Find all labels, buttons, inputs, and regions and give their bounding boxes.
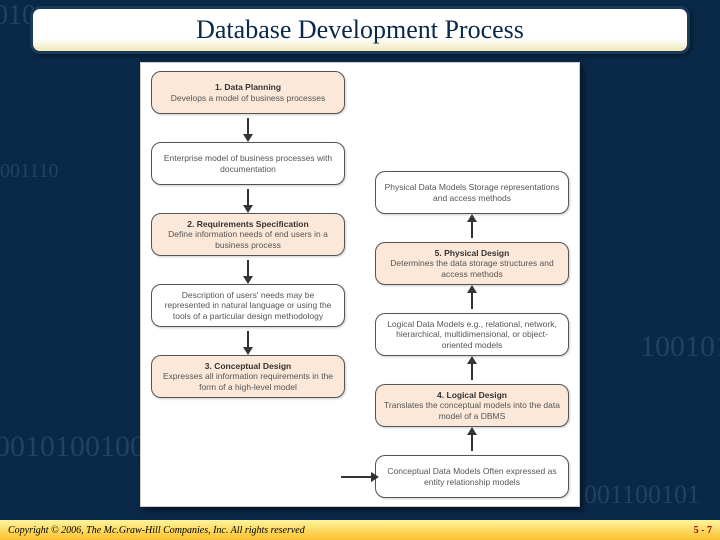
output-conceptual-models: Conceptual Data Models Often expressed a… bbox=[375, 455, 569, 498]
copyright-text: Copyright © 2006, The Mc.Graw-Hill Compa… bbox=[8, 525, 305, 536]
process-diagram: 1. Data Planning Develops a model of bus… bbox=[140, 62, 580, 507]
arrow-up-icon bbox=[375, 427, 569, 455]
stage-1-data-planning: 1. Data Planning Develops a model of bus… bbox=[151, 71, 345, 114]
output-physical-models: Physical Data Models Storage representat… bbox=[375, 171, 569, 214]
stage-3-conceptual-design: 3. Conceptual Design Expresses all infor… bbox=[151, 355, 345, 398]
arrow-down-icon bbox=[151, 256, 345, 284]
arrow-right-icon bbox=[341, 476, 371, 478]
slide-title: Database Development Process bbox=[196, 15, 524, 45]
arrow-down-icon bbox=[151, 327, 345, 355]
output-logical-models: Logical Data Models e.g., relational, ne… bbox=[375, 313, 569, 356]
right-column: Conceptual Data Models Often expressed a… bbox=[375, 71, 569, 498]
arrow-up-icon bbox=[375, 356, 569, 384]
bg-decoration: 0100110010100100101100111010110 bbox=[0, 0, 2, 102]
stage-5-physical-design: 5. Physical Design Determines the data s… bbox=[375, 242, 569, 285]
bg-decoration: 001110 bbox=[0, 160, 59, 183]
arrow-up-icon bbox=[375, 285, 569, 313]
slide-title-bar: Database Development Process bbox=[30, 6, 690, 54]
arrow-down-icon bbox=[151, 114, 345, 142]
arrow-down-icon bbox=[151, 185, 345, 213]
bg-decoration: 100101 bbox=[640, 330, 720, 364]
bg-decoration: 001100101 bbox=[584, 480, 700, 510]
stage-2-requirements: 2. Requirements Specification Define inf… bbox=[151, 213, 345, 256]
page-number: 5 - 7 bbox=[694, 525, 712, 536]
output-enterprise-model: Enterprise model of business processes w… bbox=[151, 142, 345, 185]
output-user-needs: Description of users' needs may be repre… bbox=[151, 284, 345, 327]
slide-footer: Copyright © 2006, The Mc.Graw-Hill Compa… bbox=[0, 520, 720, 540]
stage-4-logical-design: 4. Logical Design Translates the concept… bbox=[375, 384, 569, 427]
arrow-up-icon bbox=[375, 214, 569, 242]
left-column: 1. Data Planning Develops a model of bus… bbox=[151, 71, 345, 498]
